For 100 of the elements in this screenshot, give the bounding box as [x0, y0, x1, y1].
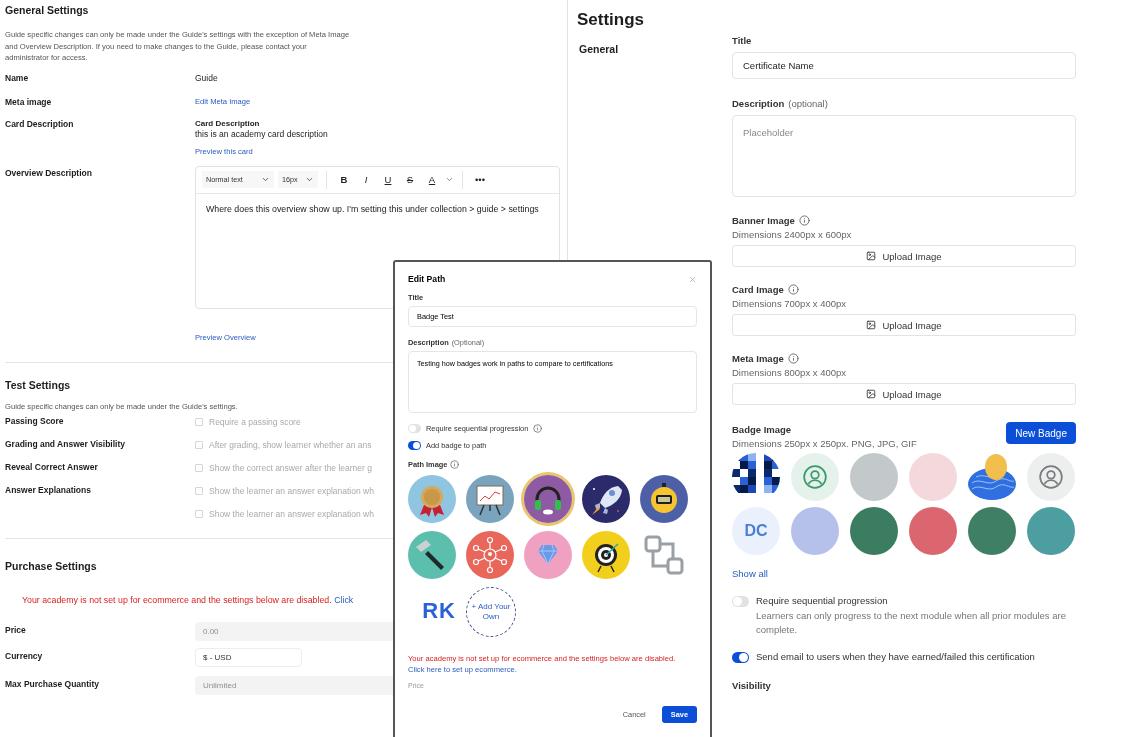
- field-label: Reveal Correct Answer: [5, 462, 99, 472]
- field-label: Card Description: [5, 118, 75, 129]
- field-label: Badge Image: [732, 424, 793, 435]
- field-label: Card Image: [732, 284, 784, 295]
- target-icon: [582, 531, 630, 579]
- path-image-option[interactable]: [582, 475, 630, 523]
- toggle-switch[interactable]: [408, 424, 421, 433]
- checkbox[interactable]: [195, 464, 203, 472]
- upload-button[interactable]: Upload Image: [732, 245, 1076, 267]
- page-title: Settings: [577, 10, 646, 30]
- info-icon[interactable]: [533, 424, 543, 433]
- checkbox[interactable]: [195, 441, 203, 449]
- dimensions-text: Dimensions 250px x 250px. PNG, JPG, GIF: [732, 438, 917, 449]
- caret-icon: [445, 175, 454, 184]
- dialog-title: Edit Path: [408, 274, 446, 284]
- field-label: Name: [5, 72, 30, 83]
- badge-initials: DC: [744, 522, 768, 540]
- toggle-switch[interactable]: [732, 596, 749, 607]
- rocket-icon: [582, 475, 630, 523]
- input-field[interactable]: Certificate Name: [732, 52, 1076, 79]
- path-image-option[interactable]: [640, 475, 688, 523]
- format-button[interactable]: U: [379, 170, 397, 189]
- section-label: General: [578, 43, 620, 55]
- input-field[interactable]: $ - USD: [195, 648, 302, 667]
- show-all-link[interactable]: Show all: [732, 568, 768, 579]
- network-icon: [466, 531, 514, 579]
- dimensions-text: Dimensions 2400px x 600px: [732, 229, 853, 240]
- color-badge[interactable]: [850, 507, 898, 555]
- card-text: this is an academy card description: [195, 128, 328, 139]
- field-label: Grading and Answer Visibility: [5, 439, 126, 449]
- new-badge-button[interactable]: New Badge: [1006, 422, 1076, 444]
- section-title: Test Settings: [5, 378, 72, 391]
- card-heading: Card Description: [195, 118, 261, 128]
- dimensions-text: Dimensions 700px x 400px: [732, 298, 848, 309]
- toggle-switch[interactable]: [732, 652, 749, 663]
- toggle-description: Learners can only progress to the next module when all prior modules are complete.: [756, 609, 1067, 637]
- close-icon[interactable]: [688, 274, 697, 284]
- field-label: Title: [732, 35, 753, 46]
- format-button[interactable]: S: [401, 170, 419, 189]
- image-icon: [866, 320, 877, 330]
- upload-button[interactable]: Upload Image: [732, 314, 1076, 336]
- field-label: Max Purchase Quantity: [5, 679, 100, 689]
- field-label: Visibility: [732, 680, 772, 691]
- color-badge[interactable]: [909, 453, 957, 501]
- hammer-icon: [408, 531, 456, 579]
- avatar-badge[interactable]: [1027, 453, 1075, 501]
- checkbox-label: Show the learner an answer explanation wh: [209, 509, 374, 519]
- toggle-switch[interactable]: [408, 441, 421, 450]
- more-button[interactable]: •••: [471, 170, 489, 189]
- color-badge[interactable]: [909, 507, 957, 555]
- color-badge[interactable]: [791, 507, 839, 555]
- medal-icon: [408, 475, 456, 523]
- editor-text: Where does this overview show up. I'm setting this under collection > guide > settings: [205, 202, 540, 216]
- dimensions-text: Dimensions 800px x 400px: [732, 367, 848, 378]
- color-badge[interactable]: [850, 453, 898, 501]
- field-label: Banner Image: [732, 215, 795, 226]
- checkbox-label: Require a passing score: [209, 417, 301, 427]
- section-title: Purchase Settings: [5, 560, 98, 572]
- headphones-icon: [524, 475, 572, 523]
- caret-icon: [305, 175, 314, 184]
- setup-link[interactable]: Click: [334, 595, 354, 605]
- path-image-option[interactable]: [524, 475, 572, 523]
- checkbox[interactable]: [195, 418, 203, 426]
- checkbox[interactable]: [195, 510, 203, 518]
- field-label: Answer Explanations: [5, 485, 92, 495]
- field-label: Meta Image: [732, 353, 784, 364]
- field-label: Description: [732, 98, 785, 109]
- field-label: Price: [5, 625, 27, 635]
- stopwatch-icon: [640, 475, 688, 523]
- path-image-option[interactable]: [408, 531, 456, 579]
- warning-text: Your academy is not set up for ecommerce and the settings below are disabled.: [22, 595, 332, 605]
- field-label: Passing Score: [5, 416, 65, 426]
- field-label: Currency: [5, 651, 44, 661]
- text-color-button[interactable]: A: [423, 170, 441, 189]
- field-value: Guide: [195, 72, 218, 83]
- info-icon[interactable]: [787, 284, 799, 295]
- avatar-badge[interactable]: [791, 453, 839, 501]
- caret-icon: [261, 175, 270, 184]
- info-icon[interactable]: [787, 353, 799, 364]
- presentation-board-icon: [466, 475, 514, 523]
- field-label: Meta image: [5, 96, 53, 107]
- checkbox-label: Show the learner an answer explanation wh: [209, 486, 374, 496]
- format-button[interactable]: B: [335, 170, 353, 189]
- toggle-label: Send email to users when they have earned/failed this certification: [756, 651, 1035, 662]
- field-hint: (optional): [788, 98, 828, 109]
- waves-badge-icon[interactable]: [968, 453, 1016, 501]
- checkbox[interactable]: [195, 487, 203, 495]
- add-image-button[interactable]: + Add Your Own: [466, 587, 516, 637]
- color-badge[interactable]: [968, 507, 1016, 555]
- info-icon[interactable]: [450, 460, 460, 469]
- section-title: General Settings: [5, 4, 90, 16]
- path-image-option[interactable]: [582, 531, 630, 579]
- checkbox-label: After grading, show learner whether an ans: [209, 440, 372, 450]
- info-icon[interactable]: [798, 215, 810, 226]
- upload-button[interactable]: Upload Image: [732, 383, 1076, 405]
- format-button[interactable]: I: [357, 170, 375, 189]
- field-label: Overview Description: [5, 167, 93, 178]
- toggle-label: Require sequential progression: [756, 595, 889, 606]
- text-area[interactable]: Placeholder: [732, 115, 1076, 197]
- color-badge[interactable]: [1027, 507, 1075, 555]
